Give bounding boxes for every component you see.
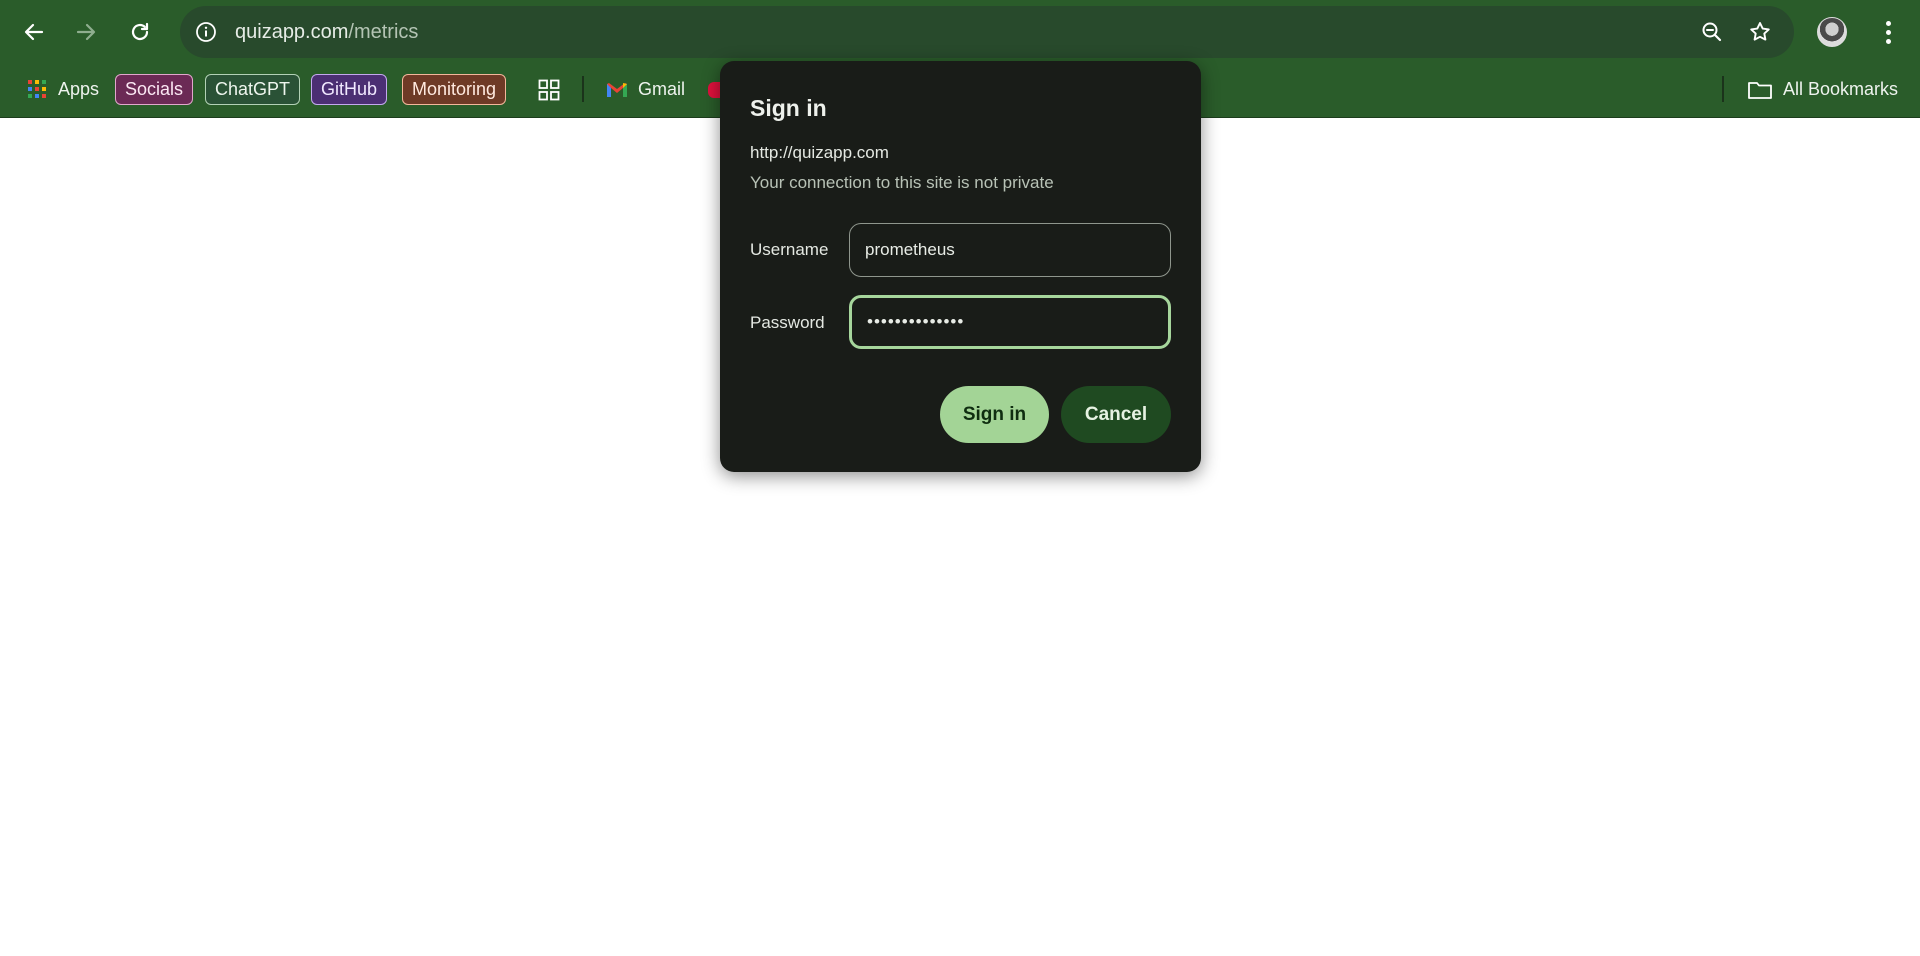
site-info-icon[interactable]	[192, 18, 220, 46]
password-field[interactable]	[849, 295, 1171, 349]
sign-in-dialog: Sign in http://quizapp.com Your connecti…	[720, 61, 1201, 472]
bookmark-label: Monitoring	[412, 79, 497, 99]
url-host: quizapp.com	[235, 21, 349, 43]
username-label: Username	[750, 240, 829, 259]
tab-groups-button[interactable]	[537, 74, 561, 105]
zoom-out-icon[interactable]	[1698, 18, 1726, 46]
bookmark-folder-chatgpt[interactable]: ChatGPT	[205, 74, 301, 105]
browser-toolbar: quizapp.com/metrics	[0, 0, 1920, 64]
arrow-right-icon	[76, 23, 96, 41]
all-bookmarks-button[interactable]: All Bookmarks	[1747, 74, 1898, 105]
forward-button[interactable]	[66, 12, 106, 52]
profile-avatar[interactable]	[1817, 17, 1847, 47]
apps-grid-icon	[28, 79, 48, 100]
reload-button[interactable]	[120, 12, 160, 52]
apps-bookmark[interactable]: Apps	[28, 74, 99, 105]
bookmark-gmail[interactable]: Gmail	[606, 74, 685, 105]
bookmark-folder-monitoring[interactable]: Monitoring	[402, 74, 507, 105]
cancel-button[interactable]: Cancel	[1061, 386, 1171, 443]
bookmark-label: GitHub	[321, 79, 378, 99]
bookmark-folder-github[interactable]: GitHub	[311, 74, 388, 105]
red-bookmark-icon	[708, 81, 720, 98]
bookmark-partial[interactable]	[708, 74, 720, 105]
bookmark-star-icon[interactable]	[1746, 18, 1774, 46]
reload-icon	[131, 22, 149, 41]
menu-dot-icon	[1885, 38, 1891, 44]
address-bar[interactable]: quizapp.com/metrics	[180, 6, 1794, 58]
sign-in-button[interactable]: Sign in	[940, 386, 1049, 443]
username-field[interactable]	[849, 223, 1171, 277]
bookmark-folder-socials[interactable]: Socials	[115, 74, 194, 105]
bookmark-divider	[1722, 76, 1724, 102]
gmail-icon	[607, 82, 627, 97]
apps-label: Apps	[58, 79, 100, 99]
menu-dot-icon	[1885, 29, 1891, 35]
back-button[interactable]	[14, 12, 54, 52]
bookmark-divider	[582, 76, 584, 102]
menu-dot-icon	[1885, 20, 1891, 26]
arrow-left-icon	[24, 23, 44, 41]
folder-icon	[1748, 81, 1772, 99]
bookmark-label: Socials	[125, 79, 184, 99]
gmail-label: Gmail	[638, 79, 686, 99]
all-bookmarks-label: All Bookmarks	[1783, 79, 1899, 99]
dialog-origin: http://quizapp.com	[750, 143, 889, 162]
password-label: Password	[750, 313, 825, 332]
grid-icon	[538, 79, 560, 100]
dialog-warning: Your connection to this site is not priv…	[750, 173, 1054, 192]
url-text[interactable]: quizapp.com/metrics	[235, 20, 418, 44]
dialog-title: Sign in	[750, 95, 827, 121]
url-path: /metrics	[348, 21, 419, 43]
browser-menu-button[interactable]	[1872, 16, 1904, 48]
bookmark-label: ChatGPT	[215, 79, 291, 99]
